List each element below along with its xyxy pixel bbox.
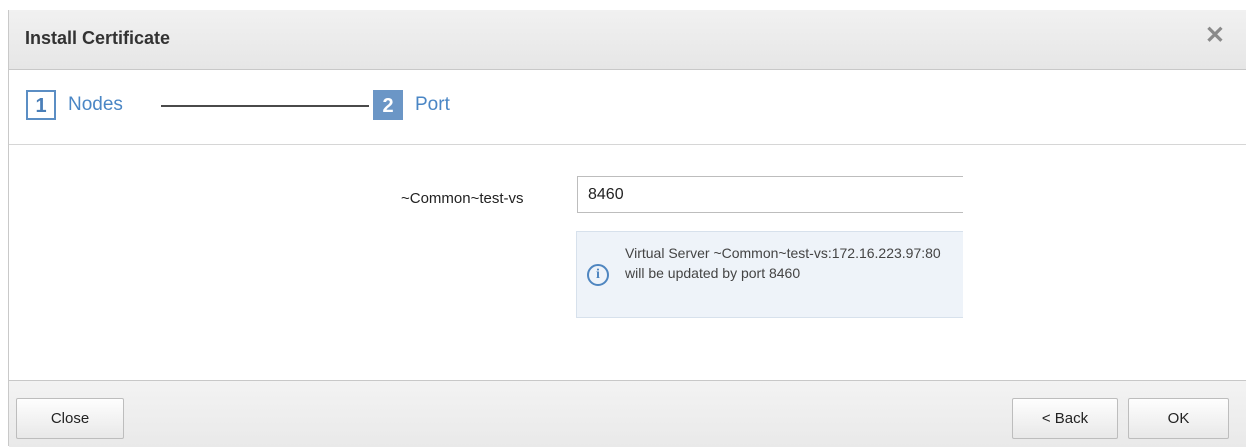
back-button[interactable]: < Back bbox=[1012, 398, 1118, 439]
step-1-number[interactable]: 1 bbox=[26, 90, 56, 120]
dialog-titlebar: Install Certificate ✕ bbox=[9, 10, 1246, 70]
ok-button[interactable]: OK bbox=[1128, 398, 1229, 439]
virtual-server-label: ~Common~test-vs bbox=[401, 190, 524, 207]
info-message-text: Virtual Server ~Common~test-vs:172.16.22… bbox=[625, 245, 941, 281]
step-2-number: 2 bbox=[373, 90, 403, 120]
wizard-steps: 1 Nodes 2 Port bbox=[9, 70, 1246, 145]
step-connector-line bbox=[161, 105, 369, 107]
step-2-label: Port bbox=[415, 94, 450, 115]
close-button[interactable]: Close bbox=[16, 398, 124, 439]
install-certificate-dialog: Install Certificate ✕ 1 Nodes 2 Port ~Co… bbox=[8, 10, 1246, 447]
dialog-body: ~Common~test-vs i Virtual Server ~Common… bbox=[9, 145, 1246, 380]
step-1-label[interactable]: Nodes bbox=[68, 94, 123, 116]
dialog-title: Install Certificate bbox=[25, 28, 171, 48]
close-icon[interactable]: ✕ bbox=[1205, 24, 1225, 48]
port-input[interactable] bbox=[577, 176, 963, 213]
info-circle-icon: i bbox=[587, 264, 609, 286]
dialog-footer: Close < Back OK bbox=[9, 380, 1246, 447]
info-message-box: i Virtual Server ~Common~test-vs:172.16.… bbox=[576, 231, 963, 318]
